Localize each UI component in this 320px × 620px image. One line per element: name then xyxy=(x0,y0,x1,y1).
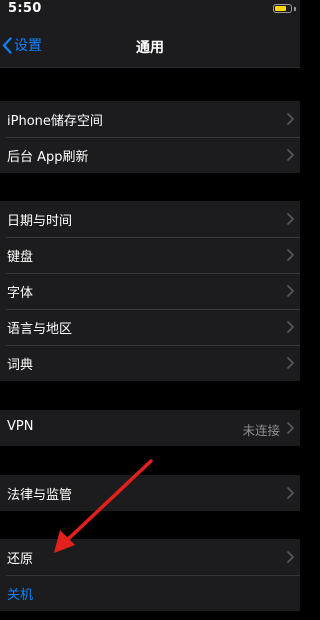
settings-group-reset: 还原 关机 xyxy=(0,539,300,611)
chevron-right-icon xyxy=(287,551,294,563)
chevron-right-icon xyxy=(287,357,294,369)
navigation-bar: 设置 通用 xyxy=(0,20,300,68)
row-label: 后台 App刷新 xyxy=(7,150,89,165)
row-language-region[interactable]: 语言与地区 xyxy=(0,309,300,345)
chevron-right-icon xyxy=(287,249,294,261)
status-time: 5:50 xyxy=(8,1,42,16)
chevron-right-icon xyxy=(287,113,294,125)
row-shut-down[interactable]: 关机 xyxy=(0,575,300,611)
row-iphone-storage[interactable]: iPhone储存空间 xyxy=(0,101,300,137)
shut-down-link: 关机 xyxy=(7,588,34,603)
row-background-app-refresh[interactable]: 后台 App刷新 xyxy=(0,137,300,173)
chevron-right-icon xyxy=(287,149,294,161)
general-settings-screen: 5:50 设置 通用 iPhone储存空间 后台 App刷新 日期与时间 键盘 … xyxy=(0,0,300,620)
row-date-time[interactable]: 日期与时间 xyxy=(0,201,300,237)
row-label: 日期与时间 xyxy=(7,214,73,229)
chevron-right-icon xyxy=(287,285,294,297)
row-reset[interactable]: 还原 xyxy=(0,539,300,575)
page-title: 通用 xyxy=(136,40,164,56)
vpn-status-value: 未连接 xyxy=(242,423,280,438)
row-label: 字体 xyxy=(7,286,34,301)
row-label: 还原 xyxy=(7,552,34,567)
row-label: 键盘 xyxy=(7,250,34,265)
settings-group-vpn: VPN 未连接 xyxy=(0,410,300,446)
battery-cap xyxy=(294,7,296,11)
chevron-right-icon xyxy=(287,213,294,225)
status-bar: 5:50 xyxy=(0,0,300,20)
row-label: 法律与监管 xyxy=(7,488,73,503)
chevron-right-icon xyxy=(287,321,294,333)
settings-group-locale: 日期与时间 键盘 字体 语言与地区 词典 xyxy=(0,201,300,381)
row-fonts[interactable]: 字体 xyxy=(0,273,300,309)
row-label: VPN xyxy=(7,419,34,434)
chevron-right-icon xyxy=(287,422,294,434)
row-dictionary[interactable]: 词典 xyxy=(0,345,300,381)
settings-group-storage: iPhone储存空间 后台 App刷新 xyxy=(0,101,300,173)
row-keyboard[interactable]: 键盘 xyxy=(0,237,300,273)
settings-group-legal: 法律与监管 xyxy=(0,475,300,511)
row-label: 语言与地区 xyxy=(7,322,73,337)
row-legal-regulatory[interactable]: 法律与监管 xyxy=(0,475,300,511)
battery-level-fill xyxy=(275,6,286,11)
row-vpn[interactable]: VPN 未连接 xyxy=(0,410,300,446)
row-label: iPhone储存空间 xyxy=(7,114,103,129)
chevron-right-icon xyxy=(287,487,294,499)
battery-icon xyxy=(273,4,292,13)
row-label: 词典 xyxy=(7,358,34,373)
